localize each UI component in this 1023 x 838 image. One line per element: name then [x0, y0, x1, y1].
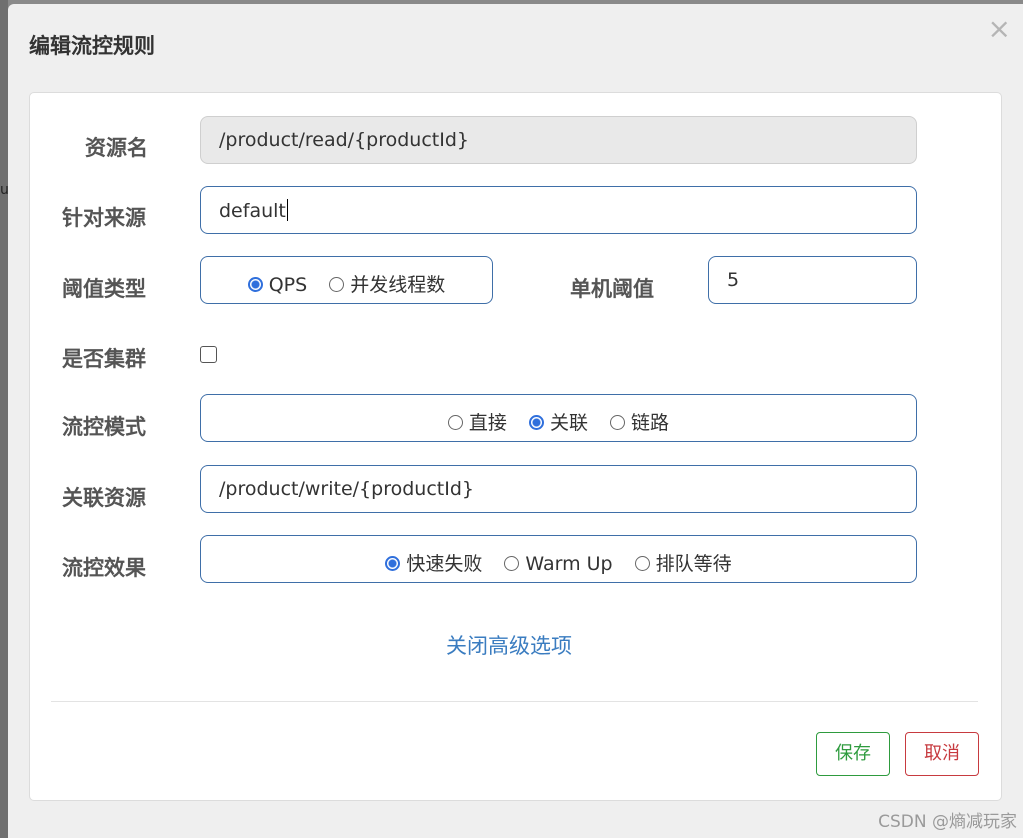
edit-flow-rule-dialog: 编辑流控规则 × 资源名 /product/read/{productId} 针…	[8, 4, 1023, 838]
radio-checked-icon	[528, 415, 544, 430]
form-panel: 资源名 /product/read/{productId} 针对来源 defau…	[29, 92, 1002, 801]
threshold-input[interactable]: 5	[708, 256, 917, 304]
close-advanced-options-link[interactable]: 关闭高级选项	[446, 630, 572, 660]
cluster-checkbox[interactable]	[200, 346, 217, 363]
text-caret	[286, 199, 289, 221]
behavior-option-warm-up[interactable]: Warm Up	[504, 553, 613, 575]
watermark: CSDN @熵减玩家	[878, 812, 1017, 832]
strategy-option-relate[interactable]: 关联	[528, 412, 588, 434]
limit-app-value: default	[219, 200, 286, 222]
ref-resource-label: 关联资源	[62, 486, 146, 510]
radio-checked-icon	[385, 556, 401, 571]
behavior-option-queue[interactable]: 排队等待	[634, 553, 732, 575]
save-button[interactable]: 保存	[816, 732, 890, 776]
limit-app-input[interactable]: default	[200, 186, 917, 234]
cancel-button[interactable]: 取消	[905, 732, 979, 776]
grade-option-qps[interactable]: QPS	[247, 274, 307, 296]
resource-name-value: /product/read/{productId}	[219, 129, 469, 151]
strategy-option-chain[interactable]: 链路	[610, 412, 669, 434]
behavior-option-fail-fast[interactable]: 快速失败	[385, 553, 482, 575]
radio-unchecked-icon	[634, 556, 650, 571]
threshold-label: 单机阈值	[570, 277, 654, 301]
resource-name-label: 资源名	[85, 136, 148, 160]
ref-resource-input[interactable]: /product/write/{productId}	[200, 465, 917, 513]
radio-unchecked-icon	[329, 277, 345, 292]
dialog-title: 编辑流控规则	[29, 34, 155, 58]
ref-resource-value: /product/write/{productId}	[219, 478, 474, 500]
limit-app-label: 针对来源	[62, 206, 146, 230]
grade-radio-group: QPS 并发线程数	[200, 256, 493, 304]
grade-option-threads[interactable]: 并发线程数	[329, 274, 445, 296]
grade-label: 阈值类型	[62, 277, 146, 301]
strategy-label: 流控模式	[62, 415, 146, 439]
divider	[51, 701, 978, 702]
resource-name-field: /product/read/{productId}	[200, 116, 917, 164]
strategy-radio-group: 直接 关联 链路	[200, 394, 917, 442]
threshold-value: 5	[727, 269, 740, 291]
radio-unchecked-icon	[447, 415, 463, 430]
strategy-option-direct[interactable]: 直接	[447, 412, 507, 434]
control-behavior-label: 流控效果	[62, 556, 146, 580]
backdrop	[0, 0, 8, 838]
radio-checked-icon	[247, 277, 263, 292]
close-icon[interactable]: ×	[988, 12, 1011, 45]
radio-unchecked-icon	[610, 415, 626, 430]
cluster-label: 是否集群	[62, 347, 146, 371]
radio-unchecked-icon	[504, 556, 520, 571]
control-behavior-radio-group: 快速失败 Warm Up 排队等待	[200, 535, 917, 583]
